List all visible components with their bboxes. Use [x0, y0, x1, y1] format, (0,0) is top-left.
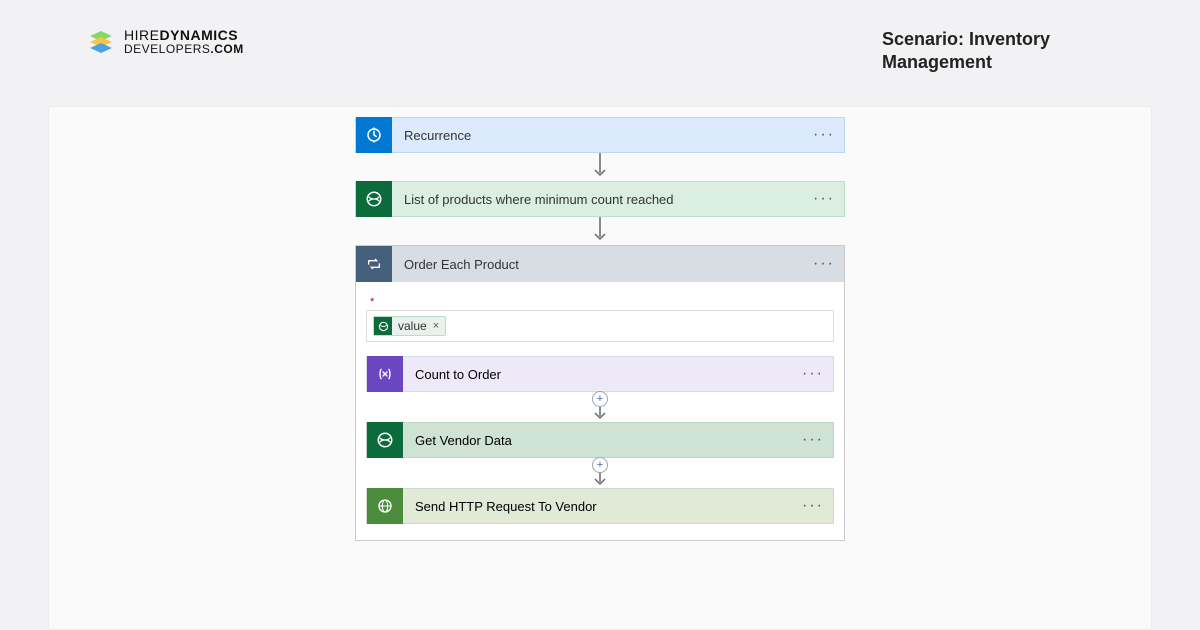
step-list-products-label: List of products where minimum count rea… — [392, 192, 804, 207]
globe-icon — [367, 488, 403, 524]
step-get-vendor-data-label: Get Vendor Data — [403, 433, 793, 448]
plus-icon: + — [597, 394, 603, 405]
brand-text: HIREDYNAMICS DEVELOPERS.COM — [124, 28, 244, 55]
connector-with-add: + — [592, 458, 608, 488]
brand-line1b: DYNAMICS — [159, 27, 238, 43]
step-get-vendor-data[interactable]: Get Vendor Data ··· — [366, 422, 834, 458]
loop-menu[interactable]: ··· — [804, 255, 844, 273]
brand-mark-icon — [88, 29, 114, 55]
step-list-products-menu[interactable]: ··· — [804, 190, 844, 208]
add-step-button[interactable]: + — [592, 391, 608, 407]
step-recurrence-label: Recurrence — [392, 128, 804, 143]
flow-column: Recurrence ··· List of products where mi… — [355, 117, 845, 541]
step-list-products[interactable]: List of products where minimum count rea… — [355, 181, 845, 217]
loop-icon — [356, 246, 392, 282]
step-recurrence-menu[interactable]: ··· — [804, 126, 844, 144]
loop-header[interactable]: Order Each Product ··· — [356, 246, 844, 282]
brand-line2b: .COM — [210, 42, 243, 56]
step-send-http-label: Send HTTP Request To Vendor — [403, 499, 793, 514]
token-remove-icon[interactable]: × — [433, 320, 439, 332]
add-step-button[interactable]: + — [592, 457, 608, 473]
flow-canvas: Recurrence ··· List of products where mi… — [48, 106, 1152, 630]
brand-line2a: DEVELOPERS — [124, 42, 210, 56]
token-value[interactable]: value × — [373, 316, 446, 336]
step-send-http-menu[interactable]: ··· — [793, 497, 833, 515]
brand-logo: HIREDYNAMICS DEVELOPERS.COM — [88, 28, 244, 55]
header: HIREDYNAMICS DEVELOPERS.COM Scenario: In… — [0, 28, 1200, 82]
connector-with-add: + — [592, 392, 608, 422]
step-count-to-order[interactable]: Count to Order ··· — [366, 356, 834, 392]
loop-input-row[interactable]: value × — [366, 310, 834, 342]
required-marker: * — [370, 296, 374, 308]
clock-icon — [356, 117, 392, 153]
scenario-title: Scenario: Inventory Management — [882, 28, 1112, 73]
connector-arrow — [592, 217, 608, 245]
dataverse-icon — [374, 317, 392, 335]
step-count-to-order-label: Count to Order — [403, 367, 793, 382]
token-value-label: value — [398, 319, 427, 333]
loop-title: Order Each Product — [392, 257, 804, 272]
dataverse-icon — [367, 422, 403, 458]
brand-line1a: HIRE — [124, 27, 159, 43]
dataverse-icon — [356, 181, 392, 217]
loop-order-each-product: Order Each Product ··· * value × — [355, 245, 845, 541]
page: HIREDYNAMICS DEVELOPERS.COM Scenario: In… — [0, 0, 1200, 630]
step-recurrence[interactable]: Recurrence ··· — [355, 117, 845, 153]
step-count-to-order-menu[interactable]: ··· — [793, 365, 833, 383]
variable-icon — [367, 356, 403, 392]
plus-icon: + — [597, 460, 603, 471]
loop-body: * value × — [356, 282, 844, 540]
step-send-http[interactable]: Send HTTP Request To Vendor ··· — [366, 488, 834, 524]
connector-arrow — [592, 153, 608, 181]
step-get-vendor-data-menu[interactable]: ··· — [793, 431, 833, 449]
